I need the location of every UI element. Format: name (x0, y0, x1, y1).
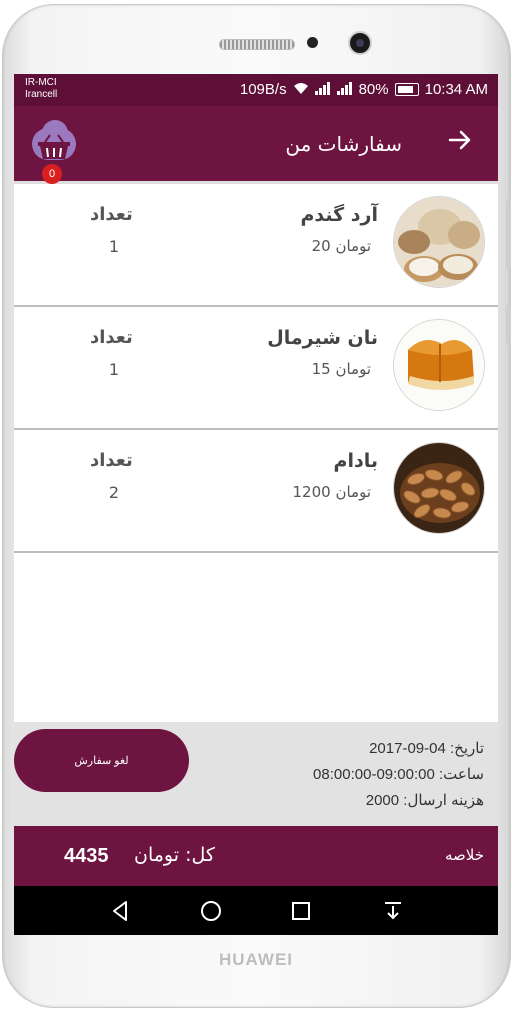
bread-icon (393, 319, 485, 411)
battery-icon (394, 83, 419, 96)
price-value: 20 (311, 237, 331, 255)
product-name: نان شیرمال (267, 327, 378, 349)
order-time: ساعت: 09:00:00-08:00:00 (313, 762, 484, 788)
shipping-cost: هزینه ارسال: 2000 (313, 788, 484, 814)
nav-home-icon[interactable] (198, 898, 224, 924)
cancel-order-button[interactable]: لغو سفارش (14, 729, 189, 792)
front-camera (348, 31, 372, 55)
price-value: 15 (311, 360, 331, 378)
clock: 10:34 AM (424, 81, 488, 98)
quantity-label: تعداد (90, 327, 133, 348)
nav-back-icon[interactable] (108, 898, 134, 924)
order-info: تاریخ: 04-09-2017 ساعت: 09:00:00-08:00:0… (313, 736, 484, 814)
total-label: کل: تومان (134, 844, 215, 866)
status-icons: 109B/s 80% 10:34 AM (240, 81, 488, 98)
carrier-line2: Irancell (25, 89, 58, 100)
total-bar: 4435 کل: تومان خلاصه (14, 826, 498, 886)
proximity-sensor (307, 37, 318, 48)
basket-icon (38, 134, 70, 159)
signal-icon (314, 81, 331, 98)
date-value: 04-09-2017 (369, 740, 446, 757)
price-value: 1200 (292, 483, 331, 501)
price-unit: تومان (335, 360, 371, 378)
quantity-value: 1 (108, 360, 120, 379)
system-nav-bar (14, 886, 498, 935)
summary-label: خلاصه (444, 846, 484, 864)
cart-count-badge: 0 (42, 164, 62, 184)
cart-button[interactable]: 0 (28, 120, 80, 184)
product-price: تومان 1200 (292, 483, 371, 501)
battery-percent: 80% (358, 81, 389, 98)
back-arrow-icon[interactable] (448, 128, 472, 158)
almond-icon (393, 442, 485, 534)
product-name: آرد گندم (300, 204, 378, 226)
brand-logo: HUAWEI (219, 950, 293, 969)
product-price: تومان 15 (312, 360, 371, 378)
volume-button (506, 199, 511, 269)
carrier-line1: IR-MCI (25, 77, 57, 88)
signal-icon-2 (336, 81, 353, 98)
list-item[interactable]: بادام تومان 1200 تعداد 2 (14, 430, 498, 553)
list-item[interactable]: نان شیرمال تومان 15 تعداد 1 (14, 307, 498, 430)
price-unit: تومان (335, 237, 371, 255)
wifi-icon (293, 82, 309, 98)
shipping-label: هزینه ارسال: (403, 792, 484, 809)
order-summary: لغو سفارش تاریخ: 04-09-2017 ساعت: 09:00:… (14, 722, 498, 826)
product-name: بادام (333, 450, 378, 472)
power-button (506, 305, 511, 345)
status-bar: IR-MCI Irancell 109B/s 80% 10:34 AM (14, 74, 498, 106)
date-label: تاریخ: (449, 740, 484, 757)
shipping-value: 2000 (365, 792, 400, 809)
nav-recents-icon[interactable] (288, 898, 314, 924)
total-amount: 4435 (64, 845, 109, 867)
time-value: 09:00:00-08:00:00 (313, 766, 435, 783)
product-price: تومان 20 (312, 237, 371, 255)
flour-icon (393, 196, 485, 288)
time-label: ساعت: (439, 766, 484, 783)
carrier-info: IR-MCI Irancell (25, 77, 57, 101)
nav-notifications-icon[interactable] (380, 898, 406, 924)
quantity-value: 2 (108, 483, 120, 502)
price-unit: تومان (335, 483, 371, 501)
page-title: سفارشات من (285, 132, 402, 156)
list-item[interactable]: آرد گندم تومان 20 تعداد 1 (14, 184, 498, 307)
network-speed: 109B/s (239, 81, 287, 98)
earpiece-speaker (219, 39, 295, 50)
order-list: آرد گندم تومان 20 تعداد 1 نان شیرمال توم (14, 184, 498, 553)
order-date: تاریخ: 04-09-2017 (313, 736, 484, 762)
quantity-value: 1 (108, 237, 120, 256)
phone-frame: HUAWEI IR-MCI Irancell 109B/s 80% 10:34 … (0, 0, 512, 1009)
quantity-label: تعداد (90, 450, 133, 471)
screen: IR-MCI Irancell 109B/s 80% 10:34 AM 0 سف… (14, 74, 498, 935)
quantity-label: تعداد (90, 204, 133, 225)
app-toolbar: 0 سفارشات من (14, 106, 498, 184)
